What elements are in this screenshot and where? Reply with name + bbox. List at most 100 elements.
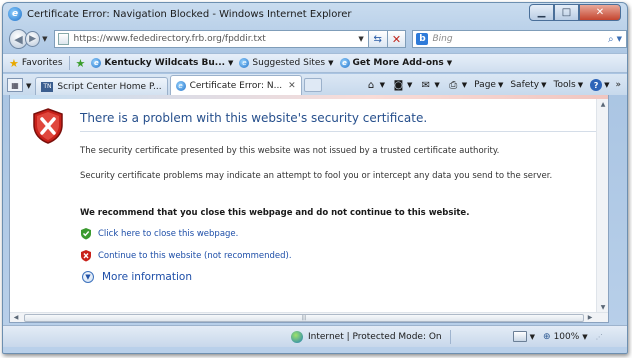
horizontal-scroll-thumb[interactable]: ||| (24, 313, 584, 322)
divider (449, 329, 451, 344)
chevron-down-icon: ▼ (529, 332, 536, 341)
address-bar[interactable]: https://www.fededirectory.frb.org/fpddir… (53, 30, 369, 48)
chevron-down-icon: ▼ (497, 81, 504, 89)
print-icon: ⎙ (449, 79, 458, 91)
close-webpage-link[interactable]: Click here to close this webpage. (80, 227, 238, 240)
forward-arrow-icon: ▶ (29, 34, 36, 44)
favorite-get-more-addons[interactable]: e Get More Add-ons ▼ (339, 58, 453, 68)
safety-menu[interactable]: Safety ▼ (510, 80, 546, 90)
divider (80, 131, 596, 132)
chevron-down-icon: ▼ (406, 81, 413, 89)
tab-list-dropdown-icon[interactable]: ▼ (26, 82, 31, 90)
search-icon: ⌕ (608, 33, 614, 45)
address-row: ◀ ▶ ▼ https://www.fededirectory.frb.org/… (3, 26, 627, 52)
zoom-level: 100% (553, 331, 580, 342)
divider (68, 56, 70, 70)
forward-button[interactable]: ▶ (24, 31, 41, 47)
window-title: Certificate Error: Navigation Blocked - … (27, 8, 352, 20)
minimize-button[interactable]: ▁ (529, 4, 554, 21)
favorites-button[interactable]: Favorites (22, 58, 63, 68)
stop-button[interactable]: ✕ (387, 30, 407, 48)
stop-icon: ✕ (391, 32, 402, 46)
internet-globe-icon (291, 330, 303, 343)
toolbar-overflow-button[interactable]: » (615, 80, 621, 90)
refresh-button[interactable]: ⇆ (368, 30, 388, 48)
ie-logo-icon: e (8, 7, 22, 21)
chevron-down-icon: ▼ (446, 59, 453, 67)
check-shield-icon (81, 228, 91, 240)
new-tab-button[interactable] (303, 78, 322, 92)
continue-to-website-link[interactable]: Continue to this website (not recommende… (80, 249, 292, 262)
address-dropdown-icon[interactable]: ▼ (358, 35, 363, 43)
scroll-right-icon[interactable]: ▶ (584, 313, 596, 323)
page-content: There is a problem with this website's s… (9, 95, 609, 323)
browser-window: e Certificate Error: Navigation Blocked … (2, 2, 628, 354)
more-information-toggle[interactable]: ▼ More information (82, 271, 192, 283)
recent-pages-dropdown[interactable]: ▼ (42, 35, 47, 43)
tab-certificate-error[interactable]: e Certificate Error: N... ✕ (169, 75, 302, 95)
refresh-icon: ⇆ (373, 33, 382, 45)
page-menu-label: Page (474, 80, 496, 90)
scroll-left-icon[interactable]: ◀ (10, 313, 22, 323)
safety-menu-label: Safety (510, 80, 540, 90)
page-title: There is a problem with this website's s… (80, 111, 428, 125)
favorite-kentucky-wildcats[interactable]: e Kentucky Wildcats Bu... ▼ (91, 58, 233, 68)
status-bar: Internet | Protected Mode: On ▼ ⊕ 100% ▼… (3, 325, 627, 347)
close-webpage-label[interactable]: Click here to close this webpage. (98, 229, 238, 239)
gradient-bar (10, 95, 608, 99)
home-button[interactable]: ⌂ ▼ (365, 80, 385, 91)
maximize-button[interactable]: □ (554, 4, 579, 21)
back-arrow-icon: ◀ (14, 32, 23, 46)
favorites-bar: ★ Favorites ★ e Kentucky Wildcats Bu... … (3, 53, 627, 73)
command-bar: ⌂ ▼ ◙ ▼ ✉ ▼ ⎙ ▼ Page ▼ Safety ▼ Tools ▼ ? ▼ » (358, 79, 621, 91)
security-tools-button[interactable]: ▼ (512, 331, 536, 342)
favorite-suggested-sites[interactable]: e Suggested Sites ▼ (239, 58, 334, 68)
close-tab-icon[interactable]: ✕ (288, 81, 296, 91)
tab-script-center[interactable]: TN Script Center Home P... (35, 77, 168, 95)
zone-label: Internet | Protected Mode: On (308, 331, 442, 342)
favorites-star-icon[interactable]: ★ (9, 57, 19, 70)
security-zone[interactable]: Internet | Protected Mode: On (291, 330, 442, 343)
resize-grip-icon[interactable]: ⋰ (596, 333, 603, 341)
security-warning-message: Security certificate problems may indica… (80, 171, 553, 181)
zoom-magnifier-icon: ⊕ (543, 331, 551, 342)
print-button[interactable]: ⎙ ▼ (447, 80, 467, 91)
search-button[interactable]: ⌕ ▼ (604, 31, 626, 47)
scroll-up-icon[interactable]: ▲ (597, 99, 608, 110)
vertical-scrollbar[interactable]: ▲ ▼ (596, 99, 608, 313)
chevron-down-icon: ▼ (541, 81, 547, 89)
close-window-button[interactable]: ✕ (579, 4, 621, 21)
help-icon: ? (590, 79, 603, 91)
quick-tabs-button[interactable]: ▦ (7, 78, 23, 92)
technet-icon: TN (41, 81, 54, 92)
chevron-down-icon: ▼ (461, 81, 468, 89)
search-options-dropdown-icon[interactable]: ▼ (617, 35, 622, 43)
feeds-button[interactable]: ◙ ▼ (392, 79, 413, 91)
certificate-message: The security certificate presented by th… (80, 146, 500, 156)
help-button[interactable]: ? ▼ (590, 79, 609, 91)
tools-menu-label: Tools (553, 80, 576, 90)
page-icon (57, 33, 69, 45)
horizontal-scrollbar[interactable]: ◀ ||| ▶ (10, 312, 608, 322)
more-information-label[interactable]: More information (102, 271, 192, 283)
ie-page-icon: e (175, 80, 186, 91)
title-bar: e Certificate Error: Navigation Blocked … (3, 3, 627, 25)
popup-blocker-icon (512, 331, 527, 342)
favorite-label: Suggested Sites (252, 58, 326, 68)
page-menu[interactable]: Page ▼ (474, 80, 503, 90)
chevron-down-icon: ▼ (379, 81, 385, 89)
error-shield-icon (33, 108, 63, 144)
tab-label: Script Center Home P... (57, 81, 162, 92)
address-url[interactable]: https://www.fededirectory.frb.org/fpddir… (74, 34, 359, 44)
chevron-down-icon: ▼ (582, 332, 588, 341)
continue-label[interactable]: Continue to this website (not recommende… (98, 251, 292, 261)
zoom-control[interactable]: ⊕ 100% ▼ (543, 332, 588, 342)
feeds-icon: ◙ (393, 79, 404, 91)
search-box[interactable]: b Bing ⌕ ▼ (412, 30, 627, 48)
expand-chevron-icon: ▼ (82, 271, 94, 283)
add-to-favorites-icon[interactable]: ★ (76, 57, 86, 70)
search-input[interactable]: Bing (432, 34, 604, 44)
read-mail-button[interactable]: ✉ ▼ (419, 80, 440, 91)
favorite-label: Kentucky Wildcats Bu... (104, 58, 226, 68)
tools-menu[interactable]: Tools ▼ (554, 80, 584, 90)
